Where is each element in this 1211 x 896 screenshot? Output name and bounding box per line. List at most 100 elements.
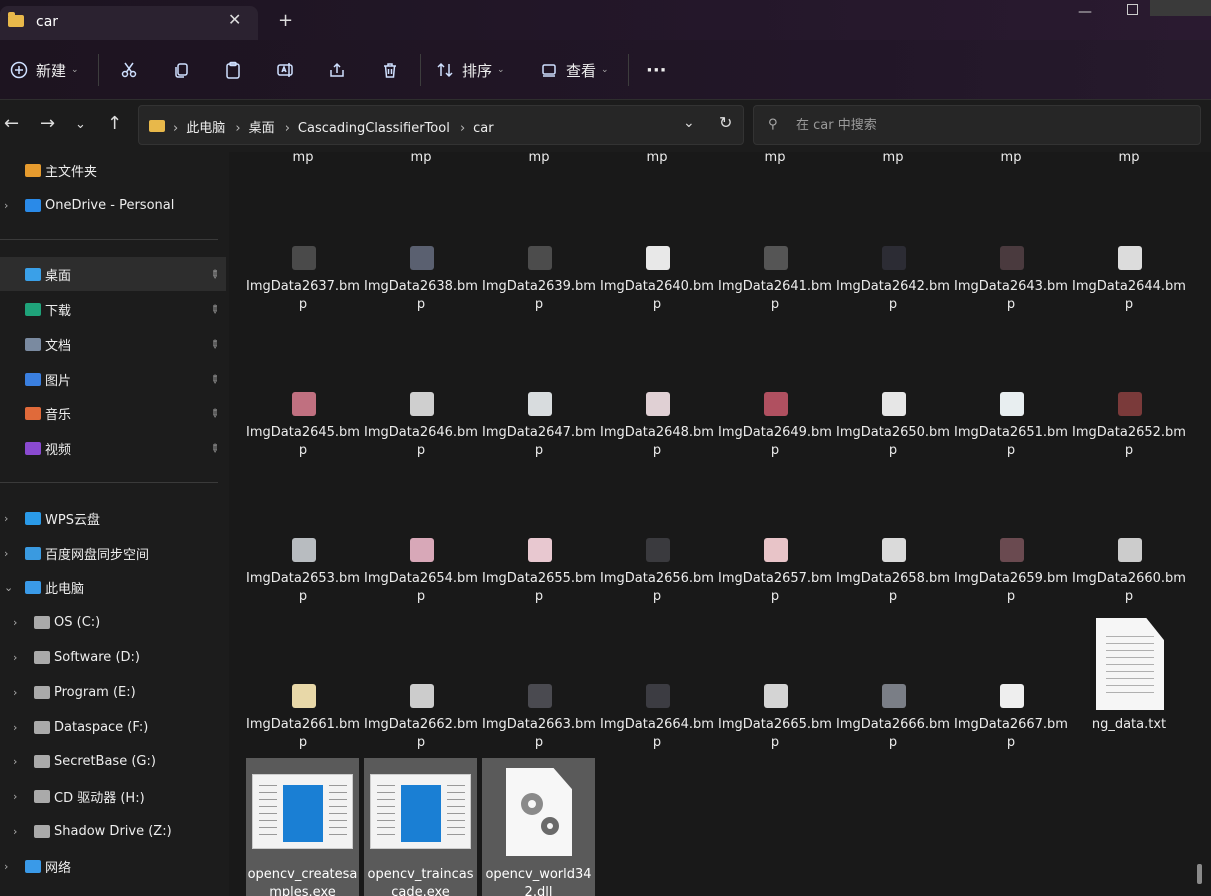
chevron-right-icon[interactable]: › — [4, 512, 8, 525]
file-name-partial[interactable]: mp — [717, 152, 833, 165]
file-item[interactable]: ImgData2638.bmp — [363, 246, 479, 316]
sidebar-item-drive-g[interactable]: › SecretBase (G:) — [0, 744, 226, 778]
file-item-selected[interactable]: opencv_traincascade.exe — [364, 758, 477, 896]
file-item[interactable]: ImgData2661.bmp — [245, 684, 361, 754]
chevron-right-icon[interactable]: › — [13, 790, 17, 803]
file-name-partial[interactable]: mp — [363, 152, 479, 165]
maximize-button[interactable] — [1127, 4, 1138, 15]
chevron-right-icon[interactable]: › — [13, 616, 17, 629]
file-item[interactable]: ImgData2640.bmp — [599, 246, 715, 316]
chevron-right-icon[interactable]: › — [13, 825, 17, 838]
file-item-selected[interactable]: opencv_world342.dll — [482, 758, 595, 896]
rename-button[interactable] — [276, 40, 294, 100]
window-close-button[interactable] — [1150, 0, 1211, 16]
file-item[interactable]: ng_data.txt — [1071, 618, 1187, 738]
file-item[interactable]: ImgData2657.bmp — [717, 538, 833, 608]
sidebar-item-drive-z[interactable]: › Shadow Drive (Z:) — [0, 814, 226, 848]
delete-button[interactable] — [381, 40, 399, 100]
chevron-right-icon[interactable]: › — [4, 199, 8, 212]
scrollbar-thumb[interactable] — [1197, 864, 1202, 884]
file-name-partial[interactable]: mp — [481, 152, 597, 165]
file-item[interactable]: ImgData2659.bmp — [953, 538, 1069, 608]
new-tab-button[interactable]: + — [278, 10, 293, 31]
sidebar-item-home[interactable]: 主文件夹 — [0, 153, 226, 187]
file-item[interactable]: ImgData2660.bmp — [1071, 538, 1187, 608]
sort-button[interactable]: 排序 ⌄ — [436, 40, 505, 100]
sidebar-item-documents[interactable]: 文档 ✎ — [0, 327, 226, 361]
file-item[interactable]: ImgData2656.bmp — [599, 538, 715, 608]
new-button[interactable]: 新建 ⌄ — [10, 40, 79, 100]
sidebar-item-drive-f[interactable]: › Dataspace (F:) — [0, 710, 226, 744]
address-dropdown-chevron-icon[interactable]: ⌄ — [683, 115, 695, 131]
sidebar-item-music[interactable]: 音乐 ✎ — [0, 396, 226, 430]
search-input[interactable] — [796, 114, 1176, 136]
file-item[interactable]: ImgData2665.bmp — [717, 684, 833, 754]
sidebar-item-network[interactable]: › 网络 — [0, 849, 226, 883]
file-item-selected[interactable]: opencv_createsamples.exe — [246, 758, 359, 896]
up-arrow-icon[interactable]: ↑ — [107, 113, 122, 134]
breadcrumb-item[interactable]: 此电脑 — [186, 121, 225, 136]
breadcrumb-item[interactable]: CascadingClassifierTool — [298, 121, 450, 136]
file-item[interactable]: ImgData2637.bmp — [245, 246, 361, 316]
paste-button[interactable] — [224, 40, 242, 100]
file-item[interactable]: ImgData2664.bmp — [599, 684, 715, 754]
file-item[interactable]: ImgData2666.bmp — [835, 684, 951, 754]
file-item[interactable]: ImgData2653.bmp — [245, 538, 361, 608]
chevron-right-icon[interactable]: › — [13, 755, 17, 768]
sidebar-item-pictures[interactable]: 图片 ✎ — [0, 362, 226, 396]
file-item[interactable]: ImgData2658.bmp — [835, 538, 951, 608]
file-item[interactable]: ImgData2648.bmp — [599, 392, 715, 462]
file-name-partial[interactable]: mp — [953, 152, 1069, 165]
file-name-partial[interactable]: mp — [245, 152, 361, 165]
sidebar-item-videos[interactable]: 视频 ✎ — [0, 431, 226, 465]
file-item[interactable]: ImgData2643.bmp — [953, 246, 1069, 316]
sidebar-item-drive-h[interactable]: › CD 驱动器 (H:) — [0, 779, 226, 813]
file-item[interactable]: ImgData2649.bmp — [717, 392, 833, 462]
file-item[interactable]: ImgData2647.bmp — [481, 392, 597, 462]
chevron-right-icon[interactable]: › — [4, 860, 8, 873]
sidebar-item-drive-c[interactable]: › OS (C:) — [0, 605, 226, 639]
file-item[interactable]: ImgData2655.bmp — [481, 538, 597, 608]
close-tab-button[interactable]: ✕ — [228, 10, 241, 29]
breadcrumb-item[interactable]: car — [473, 121, 493, 136]
forward-arrow-icon[interactable]: → — [40, 113, 55, 134]
breadcrumb-item[interactable]: 桌面 — [249, 121, 275, 136]
search-box[interactable]: ⚲ — [753, 105, 1201, 145]
minimize-button[interactable]: — — [1078, 4, 1092, 20]
file-item[interactable]: ImgData2650.bmp — [835, 392, 951, 462]
refresh-icon[interactable]: ↻ — [719, 113, 732, 132]
sidebar-item-desktop[interactable]: 桌面 ✎ — [0, 257, 226, 291]
tab-car[interactable]: car ✕ — [0, 6, 258, 40]
chevron-right-icon[interactable]: › — [13, 686, 17, 699]
address-bar[interactable]: › 此电脑 › 桌面 › CascadingClassifierTool › car ⌄… — [138, 105, 744, 145]
sidebar-item-this-pc[interactable]: ⌄ 此电脑 — [0, 570, 226, 604]
sidebar-item-onedrive[interactable]: › OneDrive - Personal — [0, 188, 226, 222]
sidebar-item-drive-d[interactable]: › Software (D:) — [0, 640, 226, 674]
file-item[interactable]: ImgData2646.bmp — [363, 392, 479, 462]
file-item[interactable]: ImgData2663.bmp — [481, 684, 597, 754]
recent-locations-chevron-icon[interactable]: ⌄ — [75, 117, 86, 132]
file-item[interactable]: ImgData2642.bmp — [835, 246, 951, 316]
file-item[interactable]: ImgData2662.bmp — [363, 684, 479, 754]
file-item[interactable]: ImgData2645.bmp — [245, 392, 361, 462]
sidebar-item-baidu-netdisk[interactable]: › 百度网盘同步空间 — [0, 536, 226, 570]
copy-button[interactable] — [172, 40, 190, 100]
file-item[interactable]: ImgData2667.bmp — [953, 684, 1069, 754]
share-button[interactable] — [328, 40, 346, 100]
file-item[interactable]: ImgData2651.bmp — [953, 392, 1069, 462]
file-name-partial[interactable]: mp — [835, 152, 951, 165]
file-item[interactable]: ImgData2654.bmp — [363, 538, 479, 608]
sidebar-item-drive-e[interactable]: › Program (E:) — [0, 675, 226, 709]
chevron-right-icon[interactable]: › — [13, 721, 17, 734]
file-item[interactable]: ImgData2644.bmp — [1071, 246, 1187, 316]
more-options-button[interactable]: ··· — [646, 40, 667, 100]
file-name-partial[interactable]: mp — [599, 152, 715, 165]
chevron-right-icon[interactable]: › — [13, 651, 17, 664]
back-arrow-icon[interactable]: ← — [4, 113, 19, 134]
sidebar-item-downloads[interactable]: 下载 ✎ — [0, 292, 226, 326]
cut-button[interactable] — [120, 40, 138, 100]
chevron-right-icon[interactable]: › — [4, 547, 8, 560]
view-button[interactable]: 查看 ⌄ — [540, 40, 609, 100]
file-item[interactable]: ImgData2641.bmp — [717, 246, 833, 316]
file-item[interactable]: ImgData2652.bmp — [1071, 392, 1187, 462]
